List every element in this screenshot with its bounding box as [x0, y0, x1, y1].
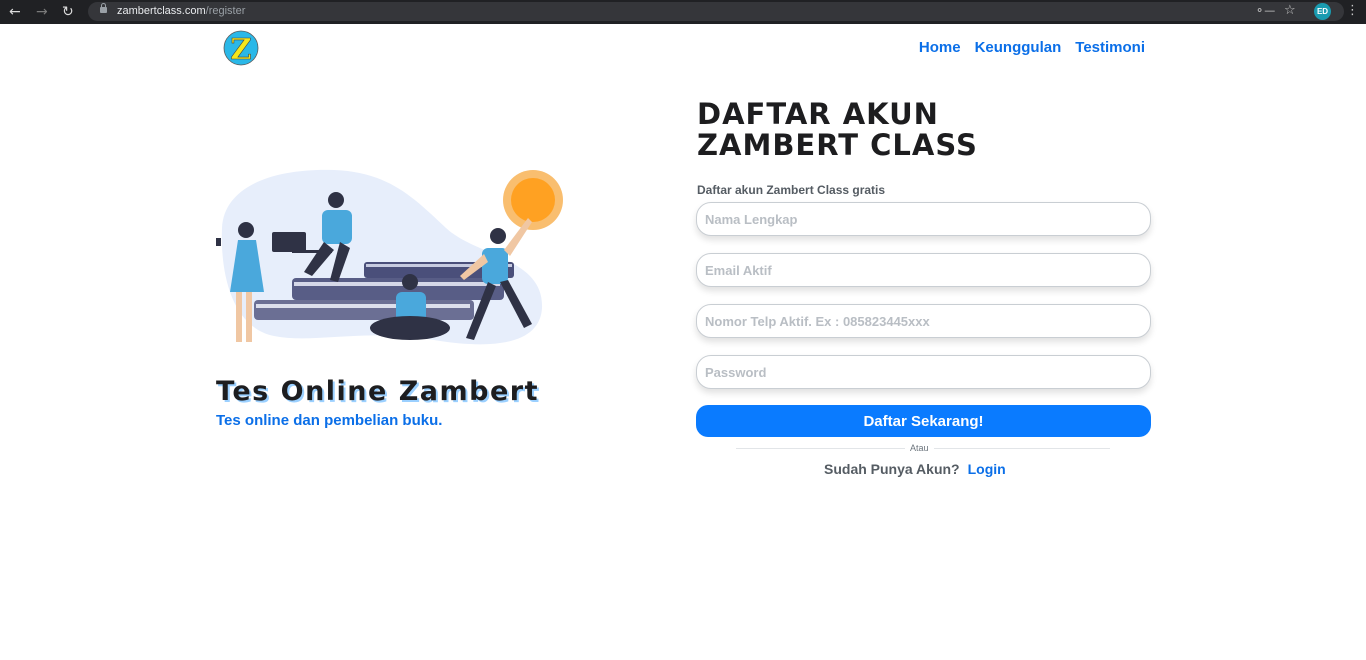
- lock-icon: [100, 3, 107, 13]
- email-input[interactable]: [696, 253, 1151, 287]
- login-prompt: Sudah Punya Akun?: [824, 461, 960, 477]
- reload-icon[interactable]: ↻: [62, 3, 74, 21]
- forward-arrow-icon[interactable]: →: [36, 3, 48, 21]
- register-submit-button[interactable]: Daftar Sekarang!: [696, 405, 1151, 437]
- hero-illustration: [216, 169, 563, 345]
- password-input[interactable]: [696, 355, 1151, 389]
- back-arrow-icon[interactable]: ←: [9, 3, 21, 21]
- address-bar[interactable]: zambertclass.com/register ⚬— ☆ ED ⋮: [88, 2, 1359, 21]
- browser-toolbar: ← → ↻ zambertclass.com/register ⚬— ☆ ED …: [0, 0, 1366, 24]
- nav-keunggulan-link[interactable]: Keunggulan: [975, 39, 1062, 56]
- url-path: /register: [205, 5, 246, 17]
- profile-avatar[interactable]: ED: [1314, 3, 1331, 20]
- zambert-logo[interactable]: Z: [217, 30, 265, 66]
- url-host: zambertclass.com: [117, 5, 206, 17]
- form-title-line-1: DAFTAR AKUN: [697, 97, 939, 131]
- full-name-input[interactable]: [696, 202, 1151, 236]
- login-link[interactable]: Login: [968, 461, 1006, 477]
- hero-title: Tes Online Zambert: [216, 376, 540, 407]
- kebab-menu-icon[interactable]: ⋮: [1346, 3, 1359, 18]
- nav-home-link[interactable]: Home: [919, 39, 961, 56]
- form-title: DAFTAR AKUN ZAMBERT CLASS: [697, 99, 978, 161]
- top-nav: Home Keunggulan Testimoni: [919, 39, 1145, 56]
- divider-text: Atau: [905, 443, 934, 453]
- phone-input[interactable]: [696, 304, 1151, 338]
- nav-testimoni-link[interactable]: Testimoni: [1075, 39, 1145, 56]
- form-title-line-2: ZAMBERT CLASS: [697, 128, 978, 162]
- login-row: Sudah Punya Akun? Login: [824, 461, 1006, 477]
- hero-subtitle: Tes online dan pembelian buku.: [216, 412, 443, 429]
- star-icon[interactable]: ☆: [1284, 3, 1296, 18]
- url-text: zambertclass.com/register: [117, 5, 245, 18]
- key-icon[interactable]: ⚬—: [1255, 4, 1275, 17]
- form-subtitle: Daftar akun Zambert Class gratis: [697, 183, 886, 197]
- logo-letter: Z: [230, 32, 251, 66]
